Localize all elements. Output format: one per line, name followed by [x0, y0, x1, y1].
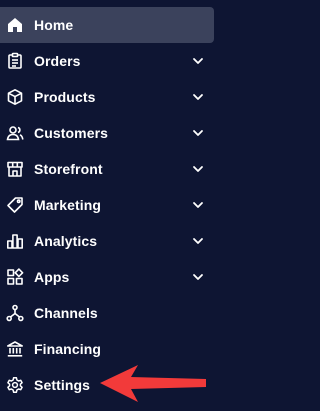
tag-icon: [6, 196, 24, 214]
sidebar-item-products[interactable]: Products: [0, 79, 218, 115]
sidebar-item-label: Products: [34, 89, 96, 105]
bar-chart-icon: [6, 232, 24, 250]
sidebar-item-customers[interactable]: Customers: [0, 115, 218, 151]
channels-icon: [6, 304, 24, 322]
bank-icon: [6, 340, 24, 358]
sidebar-item-label: Analytics: [34, 233, 98, 249]
sidebar-item-apps[interactable]: Apps: [0, 259, 218, 295]
sidebar-nav: Home Orders Products Customers Storefron…: [0, 7, 218, 403]
annotation-arrow-icon: [98, 362, 210, 406]
sidebar-item-label: Marketing: [34, 197, 102, 213]
gear-icon: [6, 376, 24, 394]
sidebar-item-channels[interactable]: Channels: [0, 295, 218, 331]
apps-icon: [6, 268, 24, 286]
chevron-down-icon[interactable]: [192, 55, 204, 67]
chevron-down-icon[interactable]: [192, 235, 204, 247]
sidebar-item-label: Orders: [34, 53, 81, 69]
sidebar-item-label: Channels: [34, 305, 98, 321]
chevron-down-icon[interactable]: [192, 91, 204, 103]
sidebar-item-label: Financing: [34, 341, 102, 357]
chevron-down-icon[interactable]: [192, 163, 204, 175]
sidebar-item-storefront[interactable]: Storefront: [0, 151, 218, 187]
sidebar-item-label: Home: [34, 17, 74, 33]
sidebar-item-label: Apps: [34, 269, 70, 285]
home-icon: [6, 16, 24, 34]
sidebar-item-home[interactable]: Home: [0, 7, 214, 43]
sidebar-item-orders[interactable]: Orders: [0, 43, 218, 79]
storefront-icon: [6, 160, 24, 178]
sidebar-item-label: Customers: [34, 125, 109, 141]
sidebar-item-label: Settings: [34, 377, 91, 393]
sidebar-item-marketing[interactable]: Marketing: [0, 187, 218, 223]
users-icon: [6, 124, 24, 142]
sidebar-item-label: Storefront: [34, 161, 103, 177]
orders-icon: [6, 52, 24, 70]
chevron-down-icon[interactable]: [192, 199, 204, 211]
chevron-down-icon[interactable]: [192, 127, 204, 139]
chevron-down-icon[interactable]: [192, 271, 204, 283]
box-icon: [6, 88, 24, 106]
sidebar-item-analytics[interactable]: Analytics: [0, 223, 218, 259]
